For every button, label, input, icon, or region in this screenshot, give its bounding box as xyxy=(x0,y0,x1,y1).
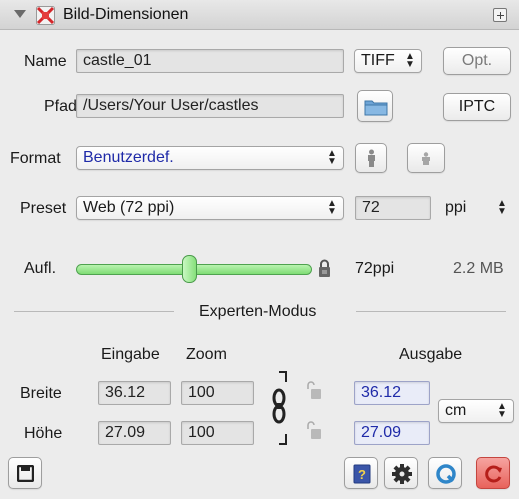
preview-icon xyxy=(436,464,456,484)
choose-folder-button[interactable] xyxy=(357,90,393,122)
name-input[interactable]: castle_01 xyxy=(76,49,344,73)
select-arrows-icon: ▲ ▼ xyxy=(497,401,507,420)
height-lock-icon[interactable] xyxy=(306,421,322,440)
format-select[interactable]: Benutzerdef. ▲ ▼ xyxy=(76,146,344,170)
height-output-input[interactable]: 27.09 xyxy=(354,421,430,445)
select-arrows-icon: ▲ ▼ xyxy=(327,198,337,217)
resolution-slider-handle[interactable] xyxy=(182,255,197,283)
width-input[interactable]: 36.12 xyxy=(98,381,171,405)
chain-link-icon[interactable] xyxy=(266,368,292,448)
settings-gear-icon xyxy=(392,464,412,484)
name-label: Name xyxy=(24,53,67,70)
portrait-icon xyxy=(368,149,375,167)
app-icon xyxy=(36,6,55,25)
width-label: Breite xyxy=(20,385,62,402)
width-zoom-input[interactable]: 100 xyxy=(181,381,254,405)
path-input[interactable]: /Users/Your User/castles xyxy=(76,94,344,118)
expert-mode-title: Experten-Modus xyxy=(199,303,317,320)
resolution-input[interactable]: 72 xyxy=(355,196,431,220)
file-format-select[interactable]: TIFF ▲ ▼ xyxy=(354,49,422,73)
output-column-header: Ausgabe xyxy=(399,346,463,363)
reset-button[interactable] xyxy=(476,457,510,489)
resolution-unit-value: ppi xyxy=(445,199,467,216)
select-arrows-icon: ▲ ▼ xyxy=(497,198,507,217)
select-arrows-icon: ▲ ▼ xyxy=(405,51,415,70)
portrait-orientation-button[interactable] xyxy=(355,143,387,173)
input-column-header: Eingabe xyxy=(101,346,160,363)
preview-button[interactable] xyxy=(428,457,462,489)
path-label: Pfad xyxy=(44,98,77,115)
landscape-icon xyxy=(422,152,430,165)
help-icon: ? xyxy=(353,464,371,484)
width-lock-icon[interactable] xyxy=(306,381,322,400)
separator-left xyxy=(14,311,174,312)
select-arrows-icon: ▲ ▼ xyxy=(327,148,337,167)
save-icon xyxy=(17,465,34,482)
collapse-icon[interactable] xyxy=(493,8,507,22)
resolution-unit-select[interactable]: ppi ▲ ▼ xyxy=(438,196,514,220)
preset-value: Web (72 ppi) xyxy=(83,199,175,216)
iptc-button[interactable]: IPTC xyxy=(443,93,511,121)
file-size: 2.2 MB xyxy=(453,260,504,277)
disclosure-triangle-icon[interactable] xyxy=(14,10,26,18)
save-button[interactable] xyxy=(8,457,42,489)
preset-select[interactable]: Web (72 ppi) ▲ ▼ xyxy=(76,196,344,220)
zoom-column-header: Zoom xyxy=(186,346,227,363)
panel-title: Bild-Dimensionen xyxy=(63,6,189,23)
lock-icon[interactable] xyxy=(318,259,331,278)
width-output-input[interactable]: 36.12 xyxy=(354,381,430,405)
settings-button[interactable] xyxy=(384,457,418,489)
height-label: Höhe xyxy=(24,425,63,442)
height-zoom-input[interactable]: 100 xyxy=(181,421,254,445)
resolution-slider-label: Aufl. xyxy=(24,260,57,277)
preset-label: Preset xyxy=(20,200,67,217)
svg-text:?: ? xyxy=(358,467,366,482)
format-value: Benutzerdef. xyxy=(83,149,174,166)
reset-icon xyxy=(485,465,502,483)
output-unit-select[interactable]: cm ▲ ▼ xyxy=(438,399,514,423)
output-unit-value: cm xyxy=(445,402,467,419)
file-format-value: TIFF xyxy=(361,52,395,69)
height-input[interactable]: 27.09 xyxy=(98,421,171,445)
landscape-orientation-button[interactable] xyxy=(407,143,445,173)
options-button[interactable]: Opt. xyxy=(443,47,511,75)
format-label: Format xyxy=(10,150,61,167)
resolution-readout: 72ppi xyxy=(355,260,395,277)
separator-right xyxy=(356,311,506,312)
folder-icon xyxy=(364,100,388,116)
help-button[interactable]: ? xyxy=(344,457,378,489)
